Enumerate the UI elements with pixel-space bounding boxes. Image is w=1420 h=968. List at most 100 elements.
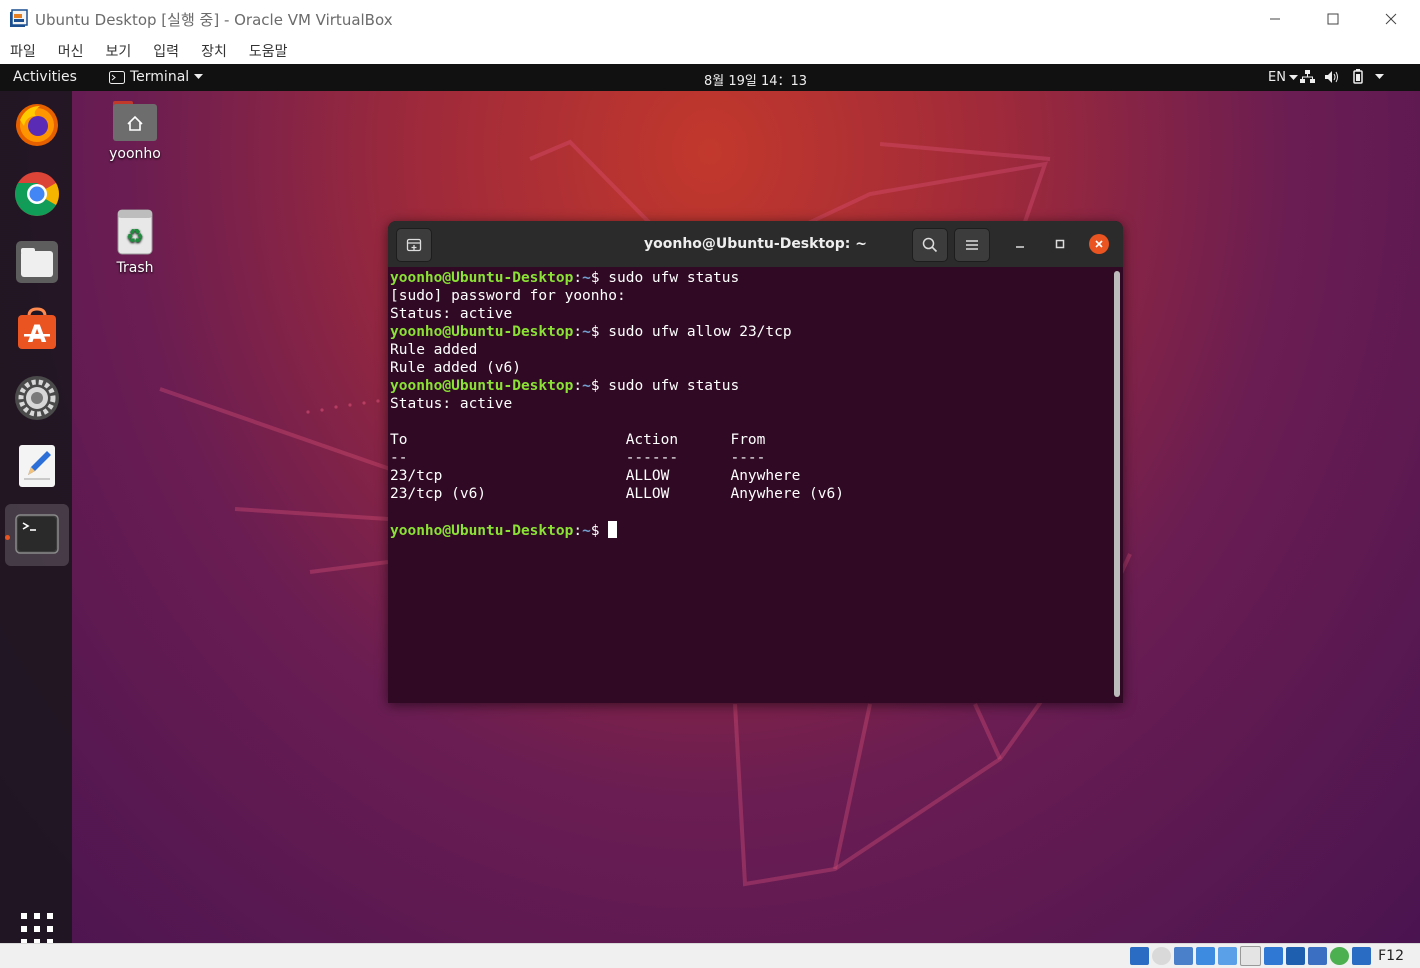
terminal-close-button[interactable] bbox=[1089, 234, 1109, 254]
output-text: To Action From bbox=[390, 432, 766, 448]
input-source[interactable]: EN bbox=[1268, 70, 1298, 85]
menu-input[interactable]: 입력 bbox=[153, 41, 179, 61]
terminal-minimize-button[interactable] bbox=[1010, 234, 1030, 254]
hard-disk-icon[interactable] bbox=[1130, 947, 1150, 965]
dock: A bbox=[0, 91, 72, 943]
desktop-icon-trash[interactable]: ♻ Trash bbox=[95, 208, 175, 276]
output-text: Status: active bbox=[390, 396, 513, 412]
app-menu-label: Terminal bbox=[130, 69, 190, 85]
terminal-output-line: Status: active bbox=[390, 305, 1110, 323]
close-icon bbox=[1095, 240, 1103, 248]
prompt-path: ~ bbox=[582, 523, 591, 539]
menu-view[interactable]: 보기 bbox=[106, 41, 132, 61]
menu-machine[interactable]: 머신 bbox=[58, 41, 84, 61]
desktop-icon-label: Trash bbox=[116, 260, 154, 276]
text-editor-icon bbox=[19, 445, 55, 487]
text-cursor bbox=[608, 521, 618, 538]
prompt-user-host: yoonho@Ubuntu-Desktop bbox=[390, 378, 574, 394]
prompt-path: ~ bbox=[582, 378, 591, 394]
menu-devices[interactable]: 장치 bbox=[201, 41, 227, 61]
host-statusbar: F12 bbox=[0, 943, 1420, 968]
dock-text-editor[interactable] bbox=[14, 443, 60, 489]
display-icon[interactable] bbox=[1264, 947, 1284, 965]
desktop-icon-label: yoonho bbox=[109, 146, 161, 162]
dock-settings[interactable] bbox=[14, 375, 60, 421]
language-label: EN bbox=[1268, 70, 1286, 85]
chevron-down-icon bbox=[194, 74, 204, 79]
show-applications-button[interactable] bbox=[20, 912, 54, 943]
clock[interactable]: 8월 19일 14：13 bbox=[704, 70, 807, 89]
mouse-integration-icon[interactable] bbox=[1352, 947, 1372, 965]
menu-help[interactable]: 도움말 bbox=[249, 41, 288, 61]
output-text: -- ------ ---- bbox=[390, 450, 766, 466]
terminal-output-line: Rule added bbox=[390, 341, 1110, 359]
command-text: sudo ufw status bbox=[608, 378, 740, 394]
dock-chrome[interactable] bbox=[14, 171, 60, 217]
usb-icon[interactable] bbox=[1218, 947, 1238, 965]
terminal-headerbar[interactable]: yoonho@Ubuntu-Desktop: ~ bbox=[388, 221, 1123, 267]
running-indicator bbox=[5, 535, 10, 540]
close-icon bbox=[1385, 13, 1397, 25]
maximize-icon bbox=[1055, 239, 1065, 249]
home-folder-icon bbox=[113, 101, 157, 141]
network-icon bbox=[1300, 69, 1315, 83]
output-text: Status: active bbox=[390, 306, 513, 322]
minimize-button[interactable] bbox=[1246, 0, 1304, 38]
app-menu[interactable]: Terminal bbox=[109, 69, 204, 85]
command-text: sudo ufw status bbox=[608, 270, 740, 286]
maximize-button[interactable] bbox=[1304, 0, 1362, 38]
audio-icon[interactable] bbox=[1174, 947, 1194, 965]
terminal-scrollbar[interactable] bbox=[1114, 271, 1120, 697]
terminal-icon bbox=[15, 514, 59, 554]
hamburger-menu-button[interactable] bbox=[954, 228, 990, 262]
guest-additions-icon[interactable] bbox=[1330, 947, 1350, 965]
virtualization-icon[interactable] bbox=[1308, 947, 1328, 965]
dock-ubuntu-software[interactable]: A bbox=[14, 306, 60, 352]
output-text: Rule added (v6) bbox=[390, 360, 521, 376]
optical-drive-icon[interactable] bbox=[1152, 947, 1172, 965]
minimize-icon bbox=[1270, 18, 1280, 20]
gnome-topbar: Activities Terminal 8월 19일 14：13 EN bbox=[0, 64, 1420, 91]
host-window-title: Ubuntu Desktop [실행 중] - Oracle VM Virtua… bbox=[35, 10, 393, 29]
activities-button[interactable]: Activities bbox=[13, 69, 77, 85]
firefox-icon bbox=[16, 104, 58, 146]
chevron-down-icon bbox=[1375, 73, 1384, 79]
network-adapter-icon[interactable] bbox=[1196, 947, 1216, 965]
dock-files[interactable] bbox=[14, 239, 60, 285]
terminal-maximize-button[interactable] bbox=[1050, 234, 1070, 254]
terminal-prompt-line: yoonho@Ubuntu-Desktop:~$ sudo ufw status bbox=[390, 378, 740, 394]
app-grid-icon bbox=[21, 913, 53, 943]
menu-file[interactable]: 파일 bbox=[10, 41, 36, 61]
terminal-output-line: -- ------ ---- bbox=[390, 449, 1110, 467]
terminal-output-line: To Action From bbox=[390, 431, 1110, 449]
host-key-label: F12 bbox=[1378, 948, 1404, 964]
minimize-icon bbox=[1016, 246, 1024, 248]
dock-firefox[interactable] bbox=[14, 102, 60, 148]
output-text: [sudo] password for yoonho: bbox=[390, 288, 626, 304]
system-tray[interactable] bbox=[1300, 69, 1384, 84]
host-titlebar: Ubuntu Desktop [실행 중] - Oracle VM Virtua… bbox=[0, 0, 1420, 38]
desktop-icon-home[interactable]: yoonho bbox=[95, 100, 175, 162]
trash-icon: ♻ bbox=[117, 209, 153, 255]
terminal-window[interactable]: yoonho@Ubuntu-Desktop: ~ yoonho@Ubuntu-D… bbox=[388, 221, 1123, 703]
prompt-path: ~ bbox=[582, 270, 591, 286]
software-store-icon: A bbox=[18, 307, 56, 349]
terminal-output[interactable]: yoonho@Ubuntu-Desktop:~$ sudo ufw status… bbox=[390, 269, 1110, 699]
settings-gear-icon bbox=[15, 376, 59, 420]
recording-icon[interactable] bbox=[1286, 947, 1306, 965]
shared-folders-icon[interactable] bbox=[1240, 946, 1262, 966]
dock-terminal[interactable] bbox=[14, 511, 60, 557]
close-button[interactable] bbox=[1362, 0, 1420, 38]
search-icon bbox=[922, 237, 938, 253]
maximize-icon bbox=[1327, 13, 1339, 25]
guest-screen: Activities Terminal 8월 19일 14：13 EN yoon… bbox=[0, 64, 1420, 943]
svg-text:♻: ♻ bbox=[126, 224, 144, 248]
new-tab-button[interactable] bbox=[396, 228, 432, 262]
hamburger-menu-icon bbox=[966, 240, 978, 250]
search-button[interactable] bbox=[912, 228, 948, 262]
new-tab-icon bbox=[406, 238, 422, 252]
output-text: 23/tcp ALLOW Anywhere bbox=[390, 468, 801, 484]
files-icon bbox=[16, 241, 58, 283]
terminal-output-line: [sudo] password for yoonho: bbox=[390, 287, 1110, 305]
